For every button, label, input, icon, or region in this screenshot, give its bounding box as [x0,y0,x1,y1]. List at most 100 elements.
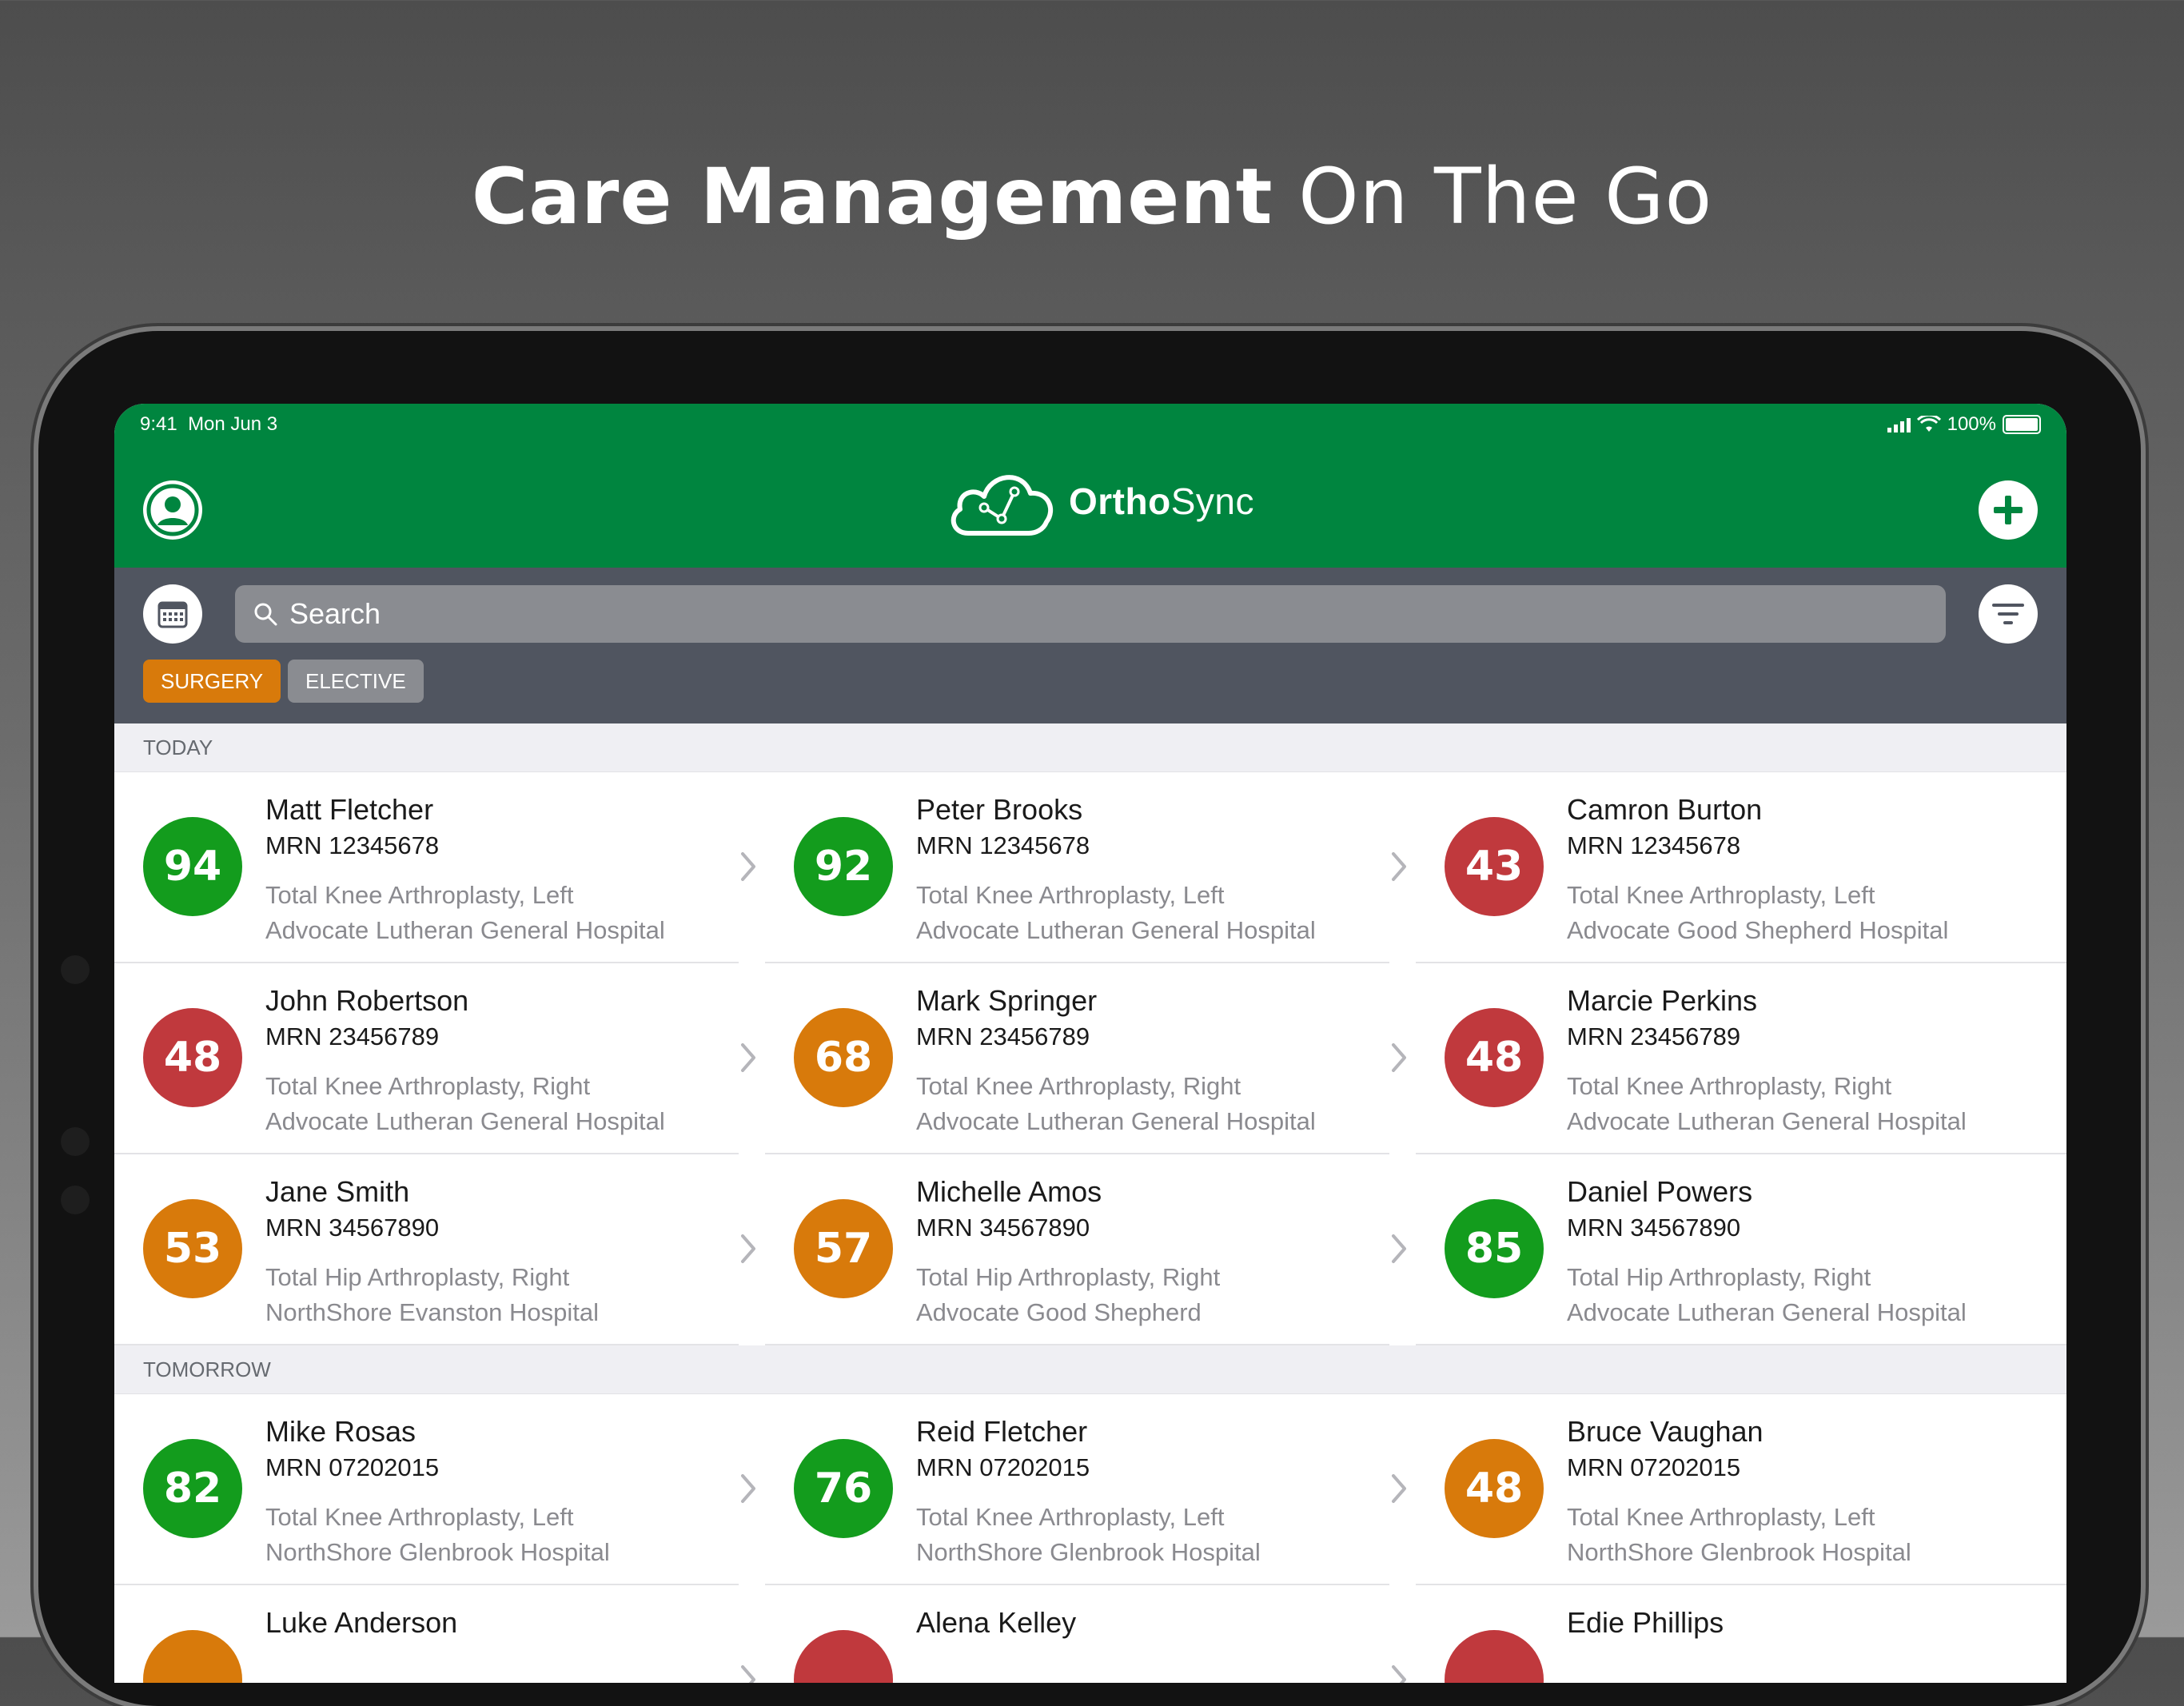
chevron-right-icon [1392,1234,1406,1263]
patient-procedure: Total Knee Arthroplasty, Left [265,881,574,909]
filter-icon [1992,604,2024,624]
app-header: 9:41 Mon Jun 3 100% OrthoSync [114,404,2066,568]
patient-mrn: MRN 12345678 [265,831,440,859]
patient-procedure: Total Knee Arthroplasty, Left [265,1503,574,1531]
user-icon [146,484,199,536]
risk-score-badge: 85 [1445,1199,1544,1298]
patient-hospital: Advocate Lutheran General Hospital [1567,1107,1967,1135]
risk-score-badge: 76 [794,1439,893,1538]
patient-card[interactable]: 48 John Robertson MRN 23456789 Total Kne… [114,963,755,1154]
patient-info: Marcie Perkins MRN 23456789 Total Knee A… [1567,984,1967,1136]
patient-info: Peter Brooks MRN 12345678 Total Knee Art… [916,793,1316,945]
search-input[interactable]: Search [235,585,1946,643]
patient-card[interactable]: 48 Marcie Perkins MRN 23456789 Total Kne… [1416,963,2066,1154]
section-header: TOMORROW [114,1345,2066,1394]
patient-name: Bruce Vaughan [1567,1415,1764,1448]
search-filter-bar: Search SURGERY ELECTIVE [114,568,2066,723]
patient-mrn: MRN 23456789 [916,1022,1090,1050]
add-button[interactable] [1979,480,2038,540]
chevron-right-icon [741,1665,755,1683]
patient-hospital: Advocate Lutheran General Hospital [1567,1298,1967,1326]
patient-mrn: MRN 07202015 [916,1453,1090,1481]
patient-column: 76 Reid Fletcher MRN 07202015 Total Knee… [765,1394,1416,1683]
chevron-right-icon [741,852,755,881]
patient-card[interactable]: 82 Mike Rosas MRN 07202015 Total Knee Ar… [114,1394,755,1585]
side-button [61,1186,90,1214]
app-name: OrthoSync [1069,480,1254,522]
patient-name: Mark Springer [916,984,1098,1017]
patient-mrn: MRN 12345678 [1567,831,1741,859]
filter-button[interactable] [1979,584,2038,644]
patient-info: Mark Springer MRN 23456789 Total Knee Ar… [916,984,1316,1136]
patient-hospital: NorthShore Glenbrook Hospital [1567,1538,1911,1566]
patient-procedure: Total Knee Arthroplasty, Right [1567,1072,1892,1100]
chevron-right-icon [1392,1474,1406,1503]
calendar-button[interactable] [143,584,202,644]
segment-surgery[interactable]: SURGERY [143,660,281,703]
patient-card[interactable]: 43 Camron Burton MRN 12345678 Total Knee… [1416,772,2066,963]
patient-mrn: MRN 12345678 [916,831,1090,859]
chevron-right-icon [1392,1043,1406,1072]
patient-hospital: NorthShore Glenbrook Hospital [265,1538,610,1566]
patient-mrn: MRN 34567890 [265,1214,440,1242]
patient-hospital: Advocate Lutheran General Hospital [265,916,665,944]
patient-hospital: Advocate Lutheran General Hospital [916,916,1316,944]
patient-procedure: Total Knee Arthroplasty, Left [1567,881,1875,909]
plus-icon [1994,496,2023,524]
chevron-right-icon [741,1234,755,1263]
patient-card[interactable]: 92 Peter Brooks MRN 12345678 Total Knee … [765,772,1406,963]
risk-score-badge: 92 [794,817,893,916]
profile-button[interactable] [143,480,202,540]
chevron-right-icon [1392,852,1406,881]
patient-mrn: MRN 34567890 [1567,1214,1741,1242]
patient-name: Daniel Powers [1567,1175,1753,1208]
app-screen: 9:41 Mon Jun 3 100% OrthoSync Search SUR… [114,404,2066,1683]
patient-info: Jane Smith MRN 34567890 Total Hip Arthro… [265,1175,599,1327]
risk-score-badge: 57 [794,1199,893,1298]
risk-score-badge: 94 [143,817,242,916]
marketing-headline: Care Management On The Go [0,152,2184,241]
patient-name: Michelle Amos [916,1175,1102,1208]
patient-procedure: Total Knee Arthroplasty, Right [265,1072,591,1100]
patient-procedure: Total Knee Arthroplasty, Left [916,881,1225,909]
side-button [61,1127,90,1156]
patient-name: Luke Anderson [265,1606,458,1639]
patient-info: Daniel Powers MRN 34567890 Total Hip Art… [1567,1175,1967,1327]
patient-info: John Robertson MRN 23456789 Total Knee A… [265,984,665,1136]
risk-score-badge: 53 [143,1199,242,1298]
patient-card[interactable]: 53 Jane Smith MRN 34567890 Total Hip Art… [114,1154,755,1345]
patient-card[interactable]: 94 Matt Fletcher MRN 12345678 Total Knee… [114,772,755,963]
app-logo: OrthoSync [946,464,1254,538]
risk-score-badge [794,1630,893,1683]
patient-card[interactable]: 57 Michelle Amos MRN 34567890 Total Hip … [765,1154,1406,1345]
patient-card[interactable]: Luke Anderson [114,1585,755,1683]
patient-procedure: Total Hip Arthroplasty, Right [1567,1263,1871,1291]
patient-procedure: Total Hip Arthroplasty, Right [265,1263,570,1291]
patient-mrn: MRN 07202015 [265,1453,440,1481]
search-placeholder: Search [289,597,381,630]
patient-info: Bruce Vaughan MRN 07202015 Total Knee Ar… [1567,1415,1911,1567]
wifi-icon [1916,416,1941,432]
patient-card[interactable]: 85 Daniel Powers MRN 34567890 Total Hip … [1416,1154,2066,1345]
patient-mrn: MRN 23456789 [1567,1022,1741,1050]
patient-card[interactable]: Edie Phillips [1416,1585,2066,1683]
patient-card[interactable]: Alena Kelley [765,1585,1406,1683]
patient-hospital: Advocate Good Shepherd [916,1298,1202,1326]
status-time: 9:41 Mon Jun 3 [140,413,278,435]
patient-procedure: Total Knee Arthroplasty, Right [916,1072,1241,1100]
patient-name: Jane Smith [265,1175,410,1208]
patient-info: Edie Phillips [1567,1606,1724,1660]
status-indicators: 100% [1887,413,2041,436]
patient-list: TODAY 94 Matt Fletcher MRN 12345678 Tota… [114,723,2066,1683]
patient-column: 82 Mike Rosas MRN 07202015 Total Knee Ar… [114,1394,765,1683]
search-icon [253,601,278,627]
patient-card[interactable]: 68 Mark Springer MRN 23456789 Total Knee… [765,963,1406,1154]
patient-card[interactable]: 48 Bruce Vaughan MRN 07202015 Total Knee… [1416,1394,2066,1585]
patient-hospital: Advocate Lutheran General Hospital [916,1107,1316,1135]
segment-elective[interactable]: ELECTIVE [288,660,424,703]
risk-score-badge: 82 [143,1439,242,1538]
patient-name: John Robertson [265,984,469,1017]
patient-card[interactable]: 76 Reid Fletcher MRN 07202015 Total Knee… [765,1394,1406,1585]
patient-column: 94 Matt Fletcher MRN 12345678 Total Knee… [114,772,765,1345]
signal-icon [1887,417,1911,432]
